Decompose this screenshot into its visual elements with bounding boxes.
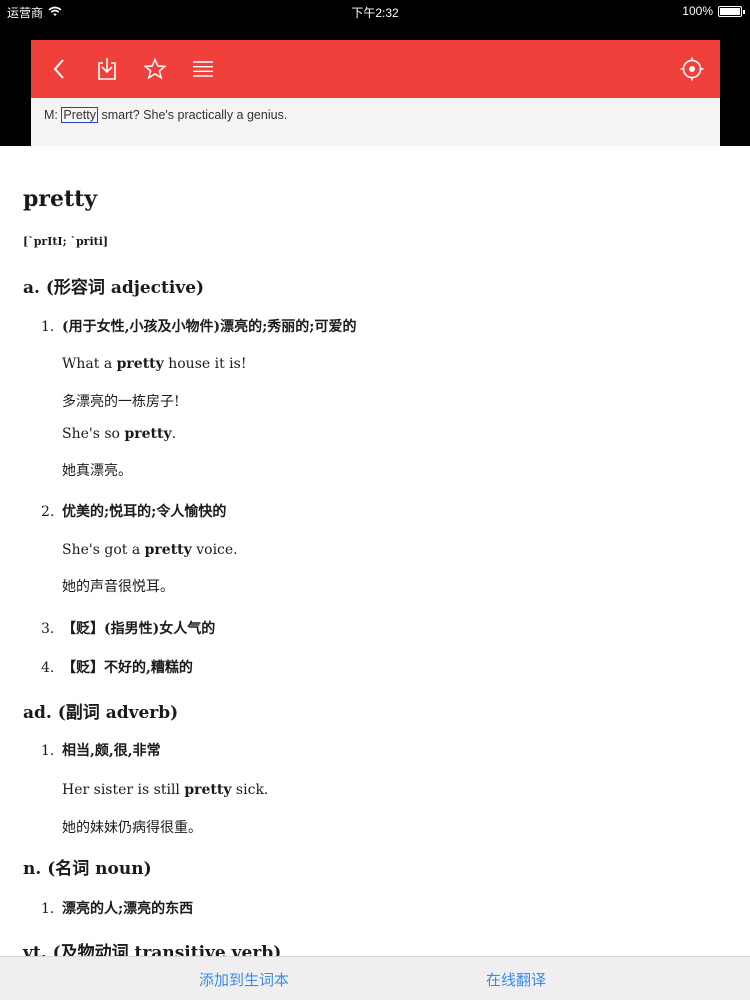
- example-sentence: She's so pretty.: [62, 426, 177, 442]
- sense-text: 相当,颇,很,非常: [62, 743, 161, 759]
- back-icon[interactable]: [41, 40, 77, 98]
- sense-number: 1.: [41, 901, 55, 917]
- locate-target-icon[interactable]: [674, 40, 710, 98]
- sense-definition: 1. (用于女性,小孩及小物件)漂亮的;秀丽的;可爱的: [41, 316, 356, 336]
- example-sentence: What a pretty house it is!: [62, 356, 247, 372]
- battery-group: 100%: [682, 4, 745, 18]
- bottom-action-bar: 添加到生词本 在线翻译: [0, 956, 750, 1000]
- battery-percent: 100%: [682, 4, 713, 18]
- sense-definition: 1. 相当,颇,很,非常: [41, 740, 161, 760]
- sense-definition: 1. 漂亮的人;漂亮的东西: [41, 898, 193, 918]
- phonetic: [`prItI; `priti]: [23, 235, 109, 248]
- source-prefix: M:: [44, 108, 62, 122]
- pos-heading: ad. (副词 adverb): [23, 703, 179, 723]
- sense-number: 1.: [41, 319, 55, 335]
- online-translate-button[interactable]: 在线翻译: [486, 969, 546, 990]
- example-sentence: Her sister is still pretty sick.: [62, 782, 269, 798]
- pos-heading: a. (形容词 adjective): [23, 278, 205, 298]
- source-app-backdrop: M: Pretty smart? She's practically a gen…: [0, 22, 750, 146]
- status-time: 下午2:32: [351, 6, 399, 20]
- selected-word[interactable]: Pretty: [61, 107, 99, 123]
- sense-number: 2.: [41, 504, 55, 520]
- source-sentence: M: Pretty smart? She's practically a gen…: [31, 98, 720, 123]
- add-to-wordbook-button[interactable]: 添加到生词本: [199, 969, 289, 990]
- status-bar: 运营商 下午2:32 100%: [0, 0, 750, 22]
- sense-text: 【贬】(指男性)女人气的: [62, 621, 216, 637]
- sense-text: 漂亮的人;漂亮的东西: [62, 901, 194, 917]
- example-translation: 她的妹妹仍病得很重。: [62, 820, 202, 836]
- sense-text: 优美的;悦耳的;令人愉快的: [62, 504, 227, 520]
- sense-definition: 2. 优美的;悦耳的;令人愉快的: [41, 501, 226, 521]
- example-sentence: She's got a pretty voice.: [62, 542, 238, 558]
- download-icon[interactable]: [89, 40, 125, 98]
- example-translation: 她真漂亮。: [62, 463, 132, 479]
- source-app-panel: M: Pretty smart? She's practically a gen…: [31, 40, 720, 146]
- source-toolbar: [31, 40, 720, 98]
- headword: pretty: [23, 186, 98, 212]
- example-translation: 多漂亮的一栋房子!: [62, 394, 180, 410]
- sense-text: 【贬】不好的,糟糕的: [62, 660, 193, 676]
- sense-definition: 3. 【贬】(指男性)女人气的: [41, 618, 215, 638]
- source-rest: smart? She's practically a genius.: [98, 108, 288, 122]
- dictionary-entry[interactable]: pretty [`prItI; `priti] a. (形容词 adjectiv…: [0, 146, 750, 956]
- list-icon[interactable]: [185, 40, 221, 98]
- battery-icon: [718, 5, 745, 17]
- sense-definition: 4. 【贬】不好的,糟糕的: [41, 657, 193, 677]
- pos-heading: n. (名词 noun): [23, 859, 152, 879]
- pos-heading: vt. (及物动词 transitive verb): [23, 943, 282, 956]
- star-icon[interactable]: [137, 40, 173, 98]
- sense-number: 3.: [41, 621, 55, 637]
- sense-number: 4.: [41, 660, 55, 676]
- sense-text: (用于女性,小孩及小物件)漂亮的;秀丽的;可爱的: [62, 319, 357, 335]
- example-translation: 她的声音很悦耳。: [62, 579, 174, 595]
- sense-number: 1.: [41, 743, 55, 759]
